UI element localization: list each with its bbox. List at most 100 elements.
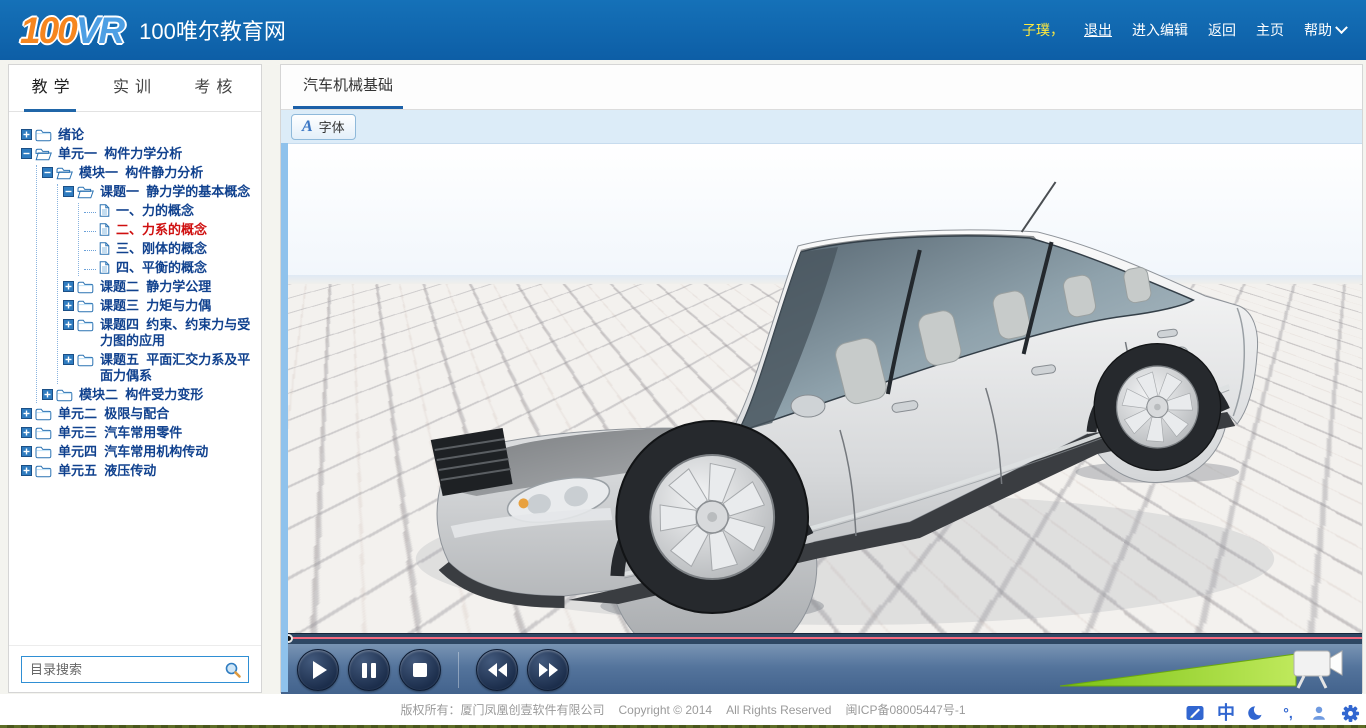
rewind-button[interactable] (476, 649, 518, 691)
top-nav: 子璞， 退出 进入编辑 返回 主页 帮助 (1022, 20, 1346, 40)
car-model[interactable] (281, 144, 1362, 633)
tree-item[interactable]: 单元一 构件力学分析 (21, 146, 259, 162)
tree-connector (84, 222, 96, 232)
minus-icon[interactable] (63, 186, 74, 197)
ime-punctuation-icon[interactable]: °, (1278, 703, 1298, 723)
plus-icon[interactable] (63, 281, 74, 292)
tree-item[interactable]: 一、力的概念 (84, 203, 259, 219)
tree-item[interactable]: 单元五 液压传动 (21, 463, 259, 479)
document-icon (99, 204, 110, 217)
logout-link[interactable]: 退出 (1084, 20, 1112, 40)
media-player-bar (281, 633, 1362, 695)
viewer-scrollbar[interactable] (281, 143, 288, 692)
tree-connector (84, 203, 96, 213)
tab-course-title[interactable]: 汽车机械基础 (293, 65, 403, 109)
stop-button[interactable] (399, 649, 441, 691)
tree-item[interactable]: 单元三 汽车常用零件 (21, 425, 259, 441)
tree-item[interactable]: 课题二 静力学公理 (63, 279, 259, 295)
home-link[interactable]: 主页 (1256, 20, 1284, 40)
play-icon (313, 661, 327, 679)
camera-icon (1294, 651, 1342, 688)
plus-icon[interactable] (21, 408, 32, 419)
username-label: 子璞， (1022, 20, 1064, 40)
plus-icon[interactable] (63, 354, 74, 365)
tree-item[interactable]: 课题一 静力学的基本概念 (63, 184, 259, 200)
search-input[interactable] (28, 661, 224, 678)
tree-item[interactable]: 单元二 极限与配合 (21, 406, 259, 422)
ime-language-bar: 中 °, (1185, 703, 1360, 723)
tree-item-selected[interactable]: 二、力系的概念 (84, 222, 259, 238)
ime-chinese-mode-icon[interactable]: 中 (1216, 703, 1236, 723)
ime-user-icon[interactable] (1309, 703, 1329, 723)
tree-connector (84, 241, 96, 251)
site-logo[interactable]: 100VR (20, 12, 123, 49)
tree-item[interactable]: 四、平衡的概念 (84, 260, 259, 276)
tree-item[interactable]: 课题五 平面汇交力系及平面力偶系 (63, 352, 259, 384)
font-icon: A (302, 119, 313, 135)
pause-button[interactable] (348, 649, 390, 691)
plus-icon[interactable] (21, 427, 32, 438)
font-button-label: 字体 (319, 117, 345, 136)
folder-icon (35, 407, 52, 421)
volume-wedge (1060, 654, 1296, 686)
course-sidebar: 教学 实训 考核 绪论 单元一 构件力学分析 模块一 构件静力分析 (8, 64, 262, 693)
ime-settings-gear-icon[interactable] (1340, 703, 1360, 723)
tree-item[interactable]: 课题三 力矩与力偶 (63, 298, 259, 314)
rewind-icon (488, 663, 507, 677)
controls-divider (458, 652, 459, 688)
tab-assessment[interactable]: 考核 (176, 65, 257, 111)
volume-control[interactable] (1058, 642, 1348, 690)
rear-wheel (1094, 344, 1220, 471)
document-icon (99, 242, 110, 255)
play-button[interactable] (297, 649, 339, 691)
minus-icon[interactable] (42, 167, 53, 178)
tree-item[interactable]: 单元四 汽车常用机构传动 (21, 444, 259, 460)
forward-button[interactable] (527, 649, 569, 691)
folder-icon (77, 318, 94, 332)
tree-item[interactable]: 三、刚体的概念 (84, 241, 259, 257)
pause-icon (362, 663, 376, 678)
ime-pen-panel-icon[interactable] (1185, 703, 1205, 723)
tree-item[interactable]: 绪论 (21, 127, 259, 143)
folder-icon (77, 353, 94, 367)
folder-icon (35, 445, 52, 459)
enter-edit-link[interactable]: 进入编辑 (1132, 20, 1188, 40)
plus-icon[interactable] (63, 300, 74, 311)
plus-icon[interactable] (63, 319, 74, 330)
folder-open-icon (56, 166, 73, 180)
tree-item[interactable]: 模块一 构件静力分析 (42, 165, 259, 181)
chevron-down-icon (1335, 21, 1348, 34)
tab-teaching[interactable]: 教学 (13, 65, 94, 111)
folder-icon (77, 280, 94, 294)
tab-training[interactable]: 实训 (94, 65, 175, 111)
plus-icon[interactable] (21, 129, 32, 140)
rights-text: All Rights Reserved (726, 703, 831, 717)
folder-open-icon (35, 147, 52, 161)
plus-icon[interactable] (21, 465, 32, 476)
search-box[interactable] (21, 656, 249, 683)
sidebar-tabs: 教学 实训 考核 (9, 65, 261, 112)
document-icon (99, 261, 110, 274)
help-link[interactable]: 帮助 (1304, 20, 1332, 40)
back-link[interactable]: 返回 (1208, 20, 1236, 40)
3d-viewport[interactable] (281, 144, 1362, 633)
progress-line (281, 637, 1362, 639)
font-button[interactable]: A 字体 (291, 114, 356, 140)
front-wheel (616, 421, 808, 613)
folder-open-icon (77, 185, 94, 199)
search-icon[interactable] (224, 661, 242, 679)
icp-number: 闽ICP备08005447号-1 (845, 701, 965, 718)
tree-item[interactable]: 课题四 约束、约束力与受力图的应用 (63, 317, 259, 349)
page-footer: 版权所有：厦门凤凰创壹软件有限公司 Copyright © 2014 All R… (0, 694, 1366, 725)
folder-icon (35, 464, 52, 478)
tree-item[interactable]: 模块二 构件受力变形 (42, 387, 259, 403)
copyright-en: Copyright © 2014 (619, 703, 713, 717)
content-tab-row: 汽车机械基础 (281, 65, 1362, 110)
minus-icon[interactable] (21, 148, 32, 159)
plus-icon[interactable] (21, 446, 32, 457)
forward-icon (539, 663, 558, 677)
document-icon (99, 223, 110, 236)
help-menu[interactable]: 帮助 (1304, 20, 1346, 40)
ime-fullwidth-moon-icon[interactable] (1247, 703, 1267, 723)
plus-icon[interactable] (42, 389, 53, 400)
